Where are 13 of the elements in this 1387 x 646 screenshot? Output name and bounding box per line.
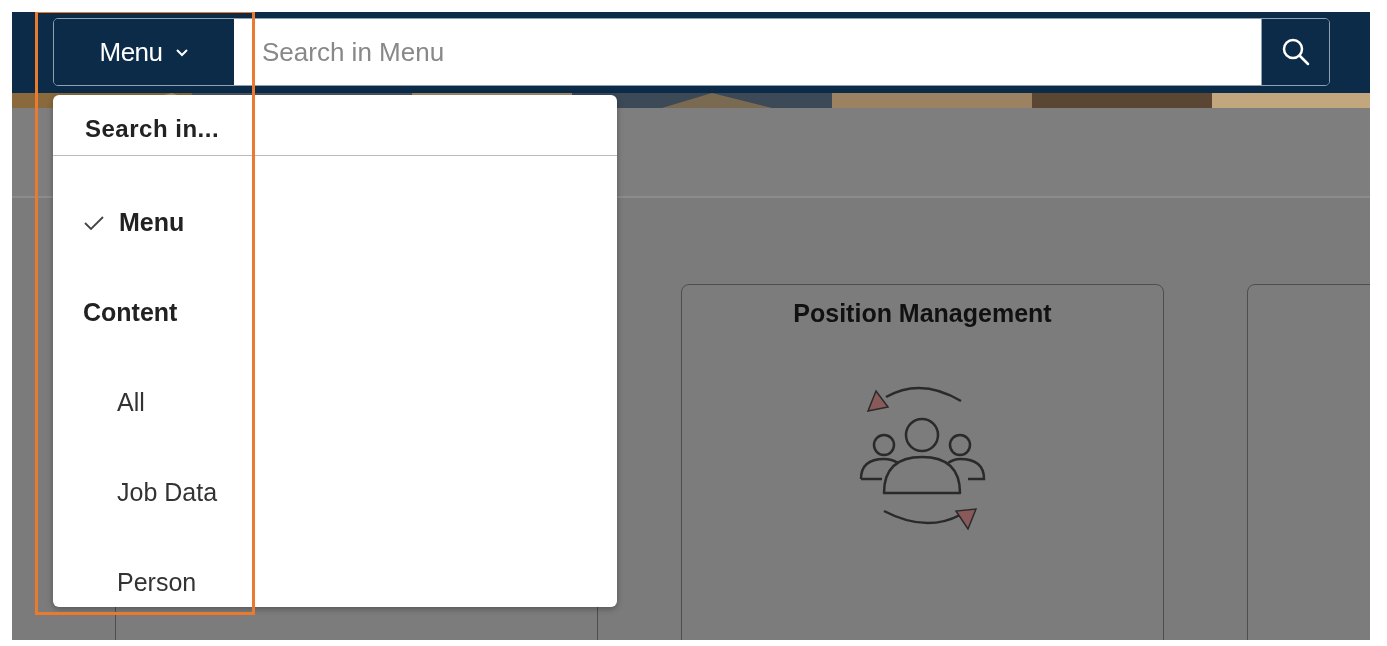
tile[interactable]: Position Management (681, 284, 1164, 640)
search-icon (1280, 37, 1311, 67)
menu-option[interactable]: Menu (119, 204, 185, 242)
menu-option[interactable]: Job Data (117, 474, 218, 512)
group-label: Content (83, 297, 178, 329)
search-field[interactable]: Search in Menu (234, 19, 1261, 85)
menu-option[interactable]: Person (117, 564, 197, 602)
tile-title: Position Management (793, 298, 1052, 329)
menu-option[interactable]: All (117, 384, 145, 422)
check-icon (83, 215, 105, 231)
menu-heading: Search in... (53, 95, 617, 156)
caret-icon (174, 47, 189, 57)
search-button[interactable] (1261, 19, 1329, 85)
